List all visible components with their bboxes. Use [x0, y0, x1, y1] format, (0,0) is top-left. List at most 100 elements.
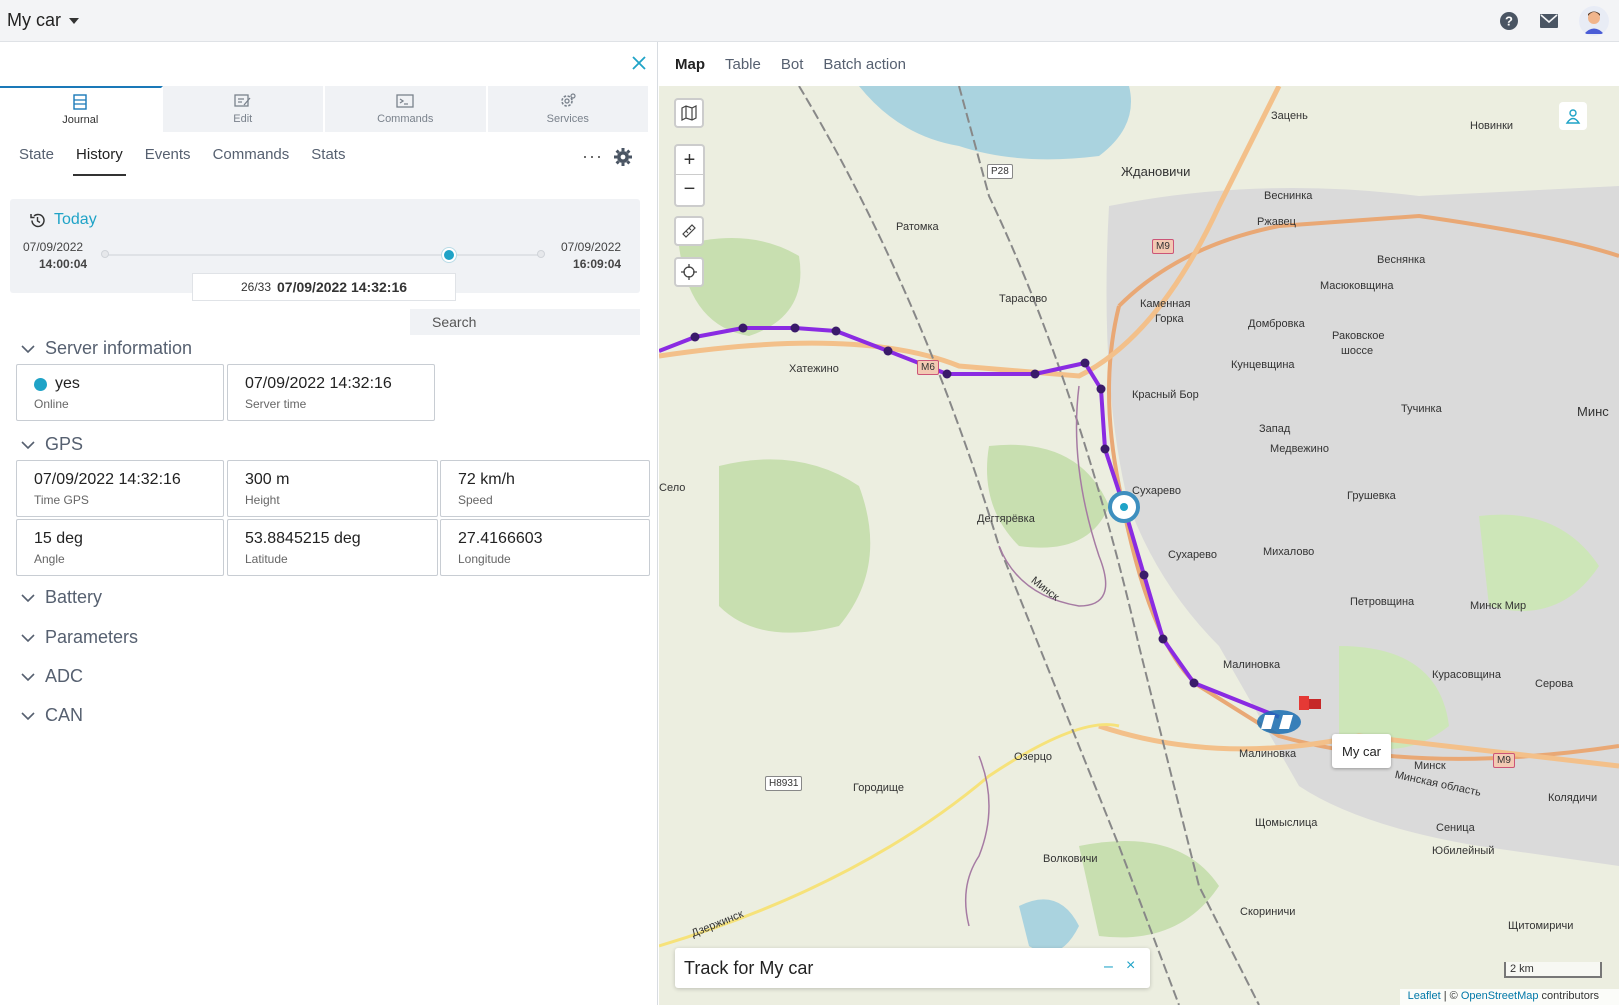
map-canvas[interactable]: Ждановичи Зацень Новинки Веснинка Ржавец…	[659, 86, 1619, 1005]
edit-icon	[234, 94, 251, 107]
period-selector[interactable]: Today	[29, 211, 97, 229]
search-input[interactable]	[410, 309, 640, 335]
map-label: Раковское	[1332, 330, 1385, 342]
subtab-state[interactable]: State	[19, 146, 54, 176]
map-label: Щомыслица	[1255, 817, 1318, 829]
section-battery-title: Battery	[45, 587, 103, 607]
map-label: Село	[659, 482, 686, 494]
top-icons: ?	[1499, 6, 1609, 36]
help-icon[interactable]: ?	[1499, 11, 1519, 31]
leaflet-link[interactable]: Leaflet	[1408, 990, 1441, 1002]
height-value: 300 m	[245, 471, 290, 488]
road-shield: H8931	[765, 776, 803, 791]
settings-gear-icon[interactable]	[613, 147, 633, 167]
timeline-end-handle[interactable]	[537, 250, 545, 258]
osm-link[interactable]: OpenStreetMap	[1461, 990, 1539, 1002]
ruler-icon[interactable]	[674, 216, 704, 246]
section-battery[interactable]: Battery	[21, 587, 102, 608]
timeline-start-handle[interactable]	[101, 250, 109, 258]
map-label: Кунцевщина	[1231, 359, 1295, 371]
map-label: Запад	[1259, 423, 1291, 435]
tab-commands[interactable]: Commands	[325, 86, 488, 132]
time-gps-value: 07/09/2022 14:32:16	[34, 471, 181, 488]
timeline-position-knob[interactable]	[442, 248, 457, 262]
map-label: Горка	[1155, 313, 1184, 325]
angle-label: Angle	[34, 552, 65, 566]
chevron-down-icon	[21, 672, 35, 681]
section-parameters[interactable]: Parameters	[21, 627, 138, 648]
card-speed: 72 km/h Speed	[440, 460, 650, 517]
view-tab-bot[interactable]: Bot	[781, 56, 804, 73]
road-shield: P28	[987, 164, 1013, 179]
street-view-icon[interactable]	[1559, 102, 1587, 130]
card-latitude: 53.8845215 deg Latitude	[227, 519, 438, 576]
track-minimize-button[interactable]: –	[1104, 958, 1113, 976]
services-gear-icon	[560, 93, 576, 107]
more-icon[interactable]: ···	[582, 146, 603, 167]
range-start-time: 14:00:04	[39, 257, 88, 271]
section-can-title: CAN	[45, 705, 84, 725]
chevron-down-icon	[21, 593, 35, 602]
section-can[interactable]: CAN	[21, 705, 83, 726]
map-label: Серова	[1535, 678, 1574, 690]
chevron-down-icon	[21, 633, 35, 642]
subtab-events[interactable]: Events	[145, 146, 191, 176]
object-selector[interactable]: My car	[7, 10, 79, 31]
chevron-down-icon	[21, 440, 35, 449]
section-server-info[interactable]: Server information	[21, 338, 192, 359]
map-label: Малиновка	[1223, 659, 1281, 671]
map-label: Михалово	[1263, 546, 1315, 558]
map-label: Ржавец	[1257, 216, 1296, 228]
card-online: yes Online	[16, 364, 224, 421]
map-scale: 2 km	[1504, 962, 1602, 978]
svg-text:?: ?	[1505, 14, 1513, 29]
view-tab-batch-action[interactable]: Batch action	[823, 56, 906, 73]
user-avatar[interactable]	[1579, 6, 1609, 36]
mail-icon[interactable]	[1539, 11, 1559, 31]
history-icon	[30, 213, 45, 227]
tab-services[interactable]: Services	[487, 86, 650, 132]
subtab-history[interactable]: History	[73, 146, 126, 176]
journal-icon	[73, 94, 87, 110]
left-panel: Journal Edit Commands Services State His…	[0, 42, 658, 1005]
server-time-value: 07/09/2022 14:32:16	[245, 375, 392, 392]
map-label: Сухарево	[1132, 485, 1182, 497]
view-tab-table[interactable]: Table	[725, 56, 761, 73]
close-panel-icon[interactable]	[628, 52, 650, 74]
timeline-track[interactable]	[105, 254, 541, 256]
map-label: Дегтярёвка	[977, 513, 1035, 525]
section-adc[interactable]: ADC	[21, 666, 83, 687]
map-label: Хатежино	[789, 363, 839, 375]
map-label: Колядичи	[1548, 792, 1598, 804]
map-label: Ждановичи	[1121, 164, 1191, 179]
map-label: Веснянка	[1377, 254, 1426, 266]
view-tab-map[interactable]: Map	[675, 56, 705, 73]
card-time-gps: 07/09/2022 14:32:16 Time GPS	[16, 460, 224, 517]
zoom-in-button[interactable]: +	[676, 146, 703, 175]
map-label: Малиновка	[1239, 748, 1297, 760]
tab-journal-label: Journal	[62, 114, 99, 126]
speed-label: Speed	[458, 493, 493, 507]
zoom-control: + −	[674, 144, 705, 207]
map-label: Юбилейный	[1432, 845, 1495, 857]
subtab-stats[interactable]: Stats	[311, 146, 345, 176]
map-label: Веснинка	[1264, 190, 1313, 202]
map-label: Тучинка	[1401, 403, 1442, 415]
section-server-info-title: Server information	[45, 338, 193, 358]
track-close-button[interactable]: ×	[1126, 957, 1135, 975]
map-label: Новинки	[1470, 120, 1514, 132]
layers-map-icon[interactable]	[674, 98, 704, 128]
tab-edit[interactable]: Edit	[162, 86, 325, 132]
map-label: Щитомиричи	[1508, 920, 1574, 932]
range-end-date: 07/09/2022	[561, 240, 622, 254]
chevron-down-icon	[69, 17, 79, 24]
tab-journal[interactable]: Journal	[0, 86, 163, 132]
height-label: Height	[245, 493, 280, 507]
chevron-down-icon	[21, 344, 35, 353]
map-label: Петровщина	[1350, 596, 1415, 608]
zoom-out-button[interactable]: −	[676, 175, 703, 204]
section-gps[interactable]: GPS	[21, 434, 83, 455]
locate-icon[interactable]	[674, 257, 704, 287]
subtab-commands[interactable]: Commands	[213, 146, 290, 176]
time-gps-label: Time GPS	[34, 493, 89, 507]
